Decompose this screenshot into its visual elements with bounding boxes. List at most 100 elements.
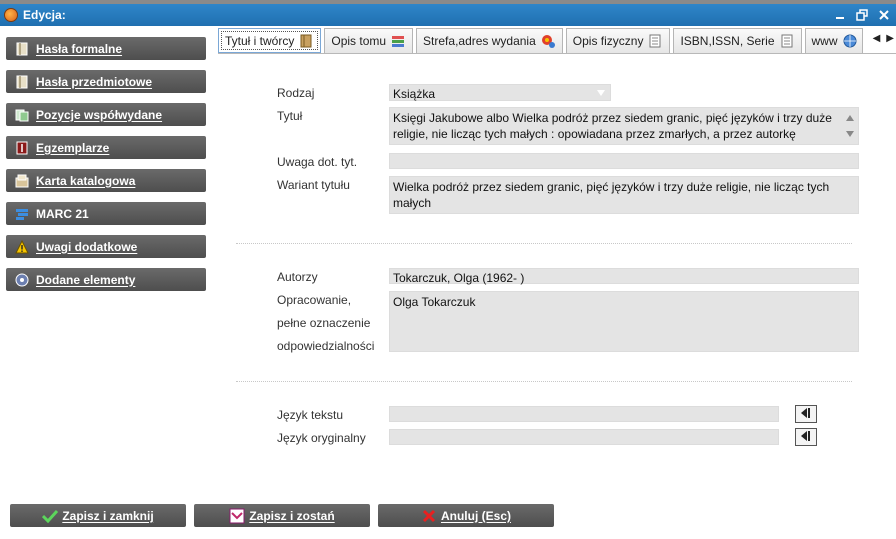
tab-label: ISBN,ISSN, Serie: [680, 34, 775, 48]
tab-tytul-i-tworcy[interactable]: Tytuł i twórcy: [218, 28, 322, 53]
tab-label: Tytuł i twórcy: [225, 33, 295, 48]
sidebar-item-label: Pozycje współwydane: [36, 107, 163, 122]
globe-icon: [842, 33, 858, 49]
close-icon[interactable]: [876, 7, 892, 23]
sidebar-item-label: Karta katalogowa: [36, 173, 136, 188]
title-bar: Edycja:: [0, 4, 896, 26]
scroll-down-icon[interactable]: [845, 127, 855, 141]
scroll-up-icon[interactable]: [845, 111, 855, 125]
insert-arrow-icon: [799, 430, 813, 445]
wariant-value: Wielka podróż przez siedem granic, pięć …: [393, 180, 830, 210]
tab-scroll-controls: ◀ ▶: [873, 33, 894, 44]
save-and-stay-button[interactable]: Zapisz i zostań: [194, 504, 370, 527]
sidebar-item-egzemplarze[interactable]: Egzemplarze: [6, 136, 206, 159]
disc-icon: [14, 272, 30, 288]
save-and-close-button[interactable]: Zapisz i zamknij: [10, 504, 186, 527]
app-logo-icon: [4, 8, 18, 22]
copies-icon: [14, 140, 30, 156]
checkmark-icon: [42, 508, 59, 524]
tab-label: Strefa,adres wydania: [423, 34, 536, 48]
chevron-down-icon: [594, 87, 608, 99]
tab-label: Opis tomu: [331, 34, 387, 48]
rodzaj-select[interactable]: Książka: [389, 84, 611, 101]
section-divider: [236, 381, 852, 382]
tytul-scrollbar[interactable]: [843, 109, 857, 143]
edit-window: Edycja: Hasła formalne Hasła przedmiotow…: [0, 0, 896, 539]
sidebar-item-label: Hasła przedmiotowe: [36, 74, 153, 89]
tab-isbn-issn-serie[interactable]: ISBN,ISSN, Serie: [673, 28, 802, 53]
jezyk-tekstu-picker-button[interactable]: [795, 405, 817, 423]
wariant-textarea[interactable]: Wielka podróż przez siedem granic, pięć …: [389, 176, 859, 214]
tab-bar: Tytuł i twórcy Opis tomu Strefa,adres wy…: [218, 28, 896, 54]
cancel-button[interactable]: Anuluj (Esc): [378, 504, 554, 527]
opracowanie-value: Olga Tokarczuk: [393, 295, 476, 309]
location-icon: [540, 33, 556, 49]
window-title: Edycja:: [23, 8, 66, 22]
stack-icon: [390, 33, 406, 49]
save-and-close-label: Zapisz i zamknij: [62, 508, 154, 523]
scroll-left-icon[interactable]: ◀: [873, 33, 881, 44]
sidebar-item-label: Uwagi dodatkowe: [36, 239, 138, 254]
document-icon: [779, 33, 795, 49]
rodzaj-label: Rodzaj: [277, 86, 315, 100]
sidebar-item-karta-katalogowa[interactable]: Karta katalogowa: [6, 169, 206, 192]
book-icon: [14, 74, 30, 90]
tab-label: www: [811, 34, 838, 48]
save-and-stay-label: Zapisz i zostań: [249, 508, 335, 523]
warning-icon: [14, 239, 30, 255]
sidebar-item-label: Hasła formalne: [36, 41, 123, 56]
autorzy-label: Autorzy: [277, 270, 318, 284]
rodzaj-value: Książka: [393, 87, 436, 101]
opracowanie-label-line-1: Opracowanie,: [277, 293, 352, 307]
tab-opis-fizyczny[interactable]: Opis fizyczny: [565, 28, 671, 53]
jezyk-oryginalny-field[interactable]: [389, 429, 779, 445]
uwaga-field[interactable]: [389, 153, 859, 169]
jezyk-oryginalny-picker-button[interactable]: [795, 428, 817, 446]
minimize-icon[interactable]: [832, 7, 848, 23]
save-stay-icon: [229, 508, 245, 524]
jezyk-tekstu-label: Język tekstu: [277, 408, 344, 422]
insert-arrow-icon: [799, 407, 813, 422]
book-icon: [298, 33, 314, 49]
cross-icon: [421, 508, 437, 524]
tab-strefa-adres-wydania[interactable]: Strefa,adres wydania: [416, 28, 563, 53]
sidebar-item-label: Egzemplarze: [36, 140, 110, 155]
tab-opis-tomu[interactable]: Opis tomu: [324, 28, 414, 53]
jezyk-tekstu-value: [390, 407, 778, 409]
restore-icon[interactable]: [854, 7, 870, 23]
cancel-label: Anuluj (Esc): [440, 508, 511, 523]
catalog-card-icon: [14, 173, 30, 189]
tab-label: Opis fizyczny: [572, 34, 644, 48]
jezyk-oryginalny-value: [390, 430, 778, 432]
uwaga-label: Uwaga dot. tyt.: [277, 155, 358, 169]
sidebar-item-marc-21[interactable]: MARC 21: [6, 202, 206, 225]
autorzy-field[interactable]: Tokarczuk, Olga (1962- ): [389, 268, 859, 285]
book-icon: [14, 41, 30, 57]
sidebar-item-hasla-formalne[interactable]: Hasła formalne: [6, 37, 206, 60]
uwaga-value: [390, 154, 858, 156]
marc-icon: [14, 206, 30, 222]
linked-items-icon: [14, 107, 30, 123]
tytul-label: Tytuł: [277, 109, 303, 123]
sidebar-item-hasla-przedmiotowe[interactable]: Hasła przedmiotowe: [6, 70, 206, 93]
sidebar-item-label: Dodane elementy: [36, 272, 136, 287]
autorzy-value: Tokarczuk, Olga (1962- ): [393, 271, 525, 285]
tytul-textarea[interactable]: Księgi Jakubowe albo Wielka podróż przez…: [389, 107, 859, 145]
opracowanie-textarea[interactable]: Olga Tokarczuk: [389, 291, 859, 352]
opracowanie-label-line-3: odpowiedzialności: [277, 339, 375, 353]
jezyk-oryginalny-label: Język oryginalny: [277, 431, 366, 445]
wariant-label: Wariant tytułu: [277, 178, 350, 192]
sidebar: Hasła formalne Hasła przedmiotowe Pozycj…: [6, 37, 206, 301]
section-divider: [236, 243, 852, 244]
window-controls: [832, 7, 892, 23]
opracowanie-label-line-2: pełne oznaczenie: [277, 316, 371, 330]
sidebar-item-uwagi-dodatkowe[interactable]: Uwagi dodatkowe: [6, 235, 206, 258]
scroll-right-icon[interactable]: ▶: [886, 33, 894, 44]
sidebar-item-dodane-elementy[interactable]: Dodane elementy: [6, 268, 206, 291]
document-icon: [647, 33, 663, 49]
tytul-value: Księgi Jakubowe albo Wielka podróż przez…: [393, 111, 832, 144]
sidebar-item-label: MARC 21: [36, 206, 89, 221]
tab-www[interactable]: www: [804, 28, 863, 53]
jezyk-tekstu-field[interactable]: [389, 406, 779, 422]
sidebar-item-pozycje-wspolwydane[interactable]: Pozycje współwydane: [6, 103, 206, 126]
